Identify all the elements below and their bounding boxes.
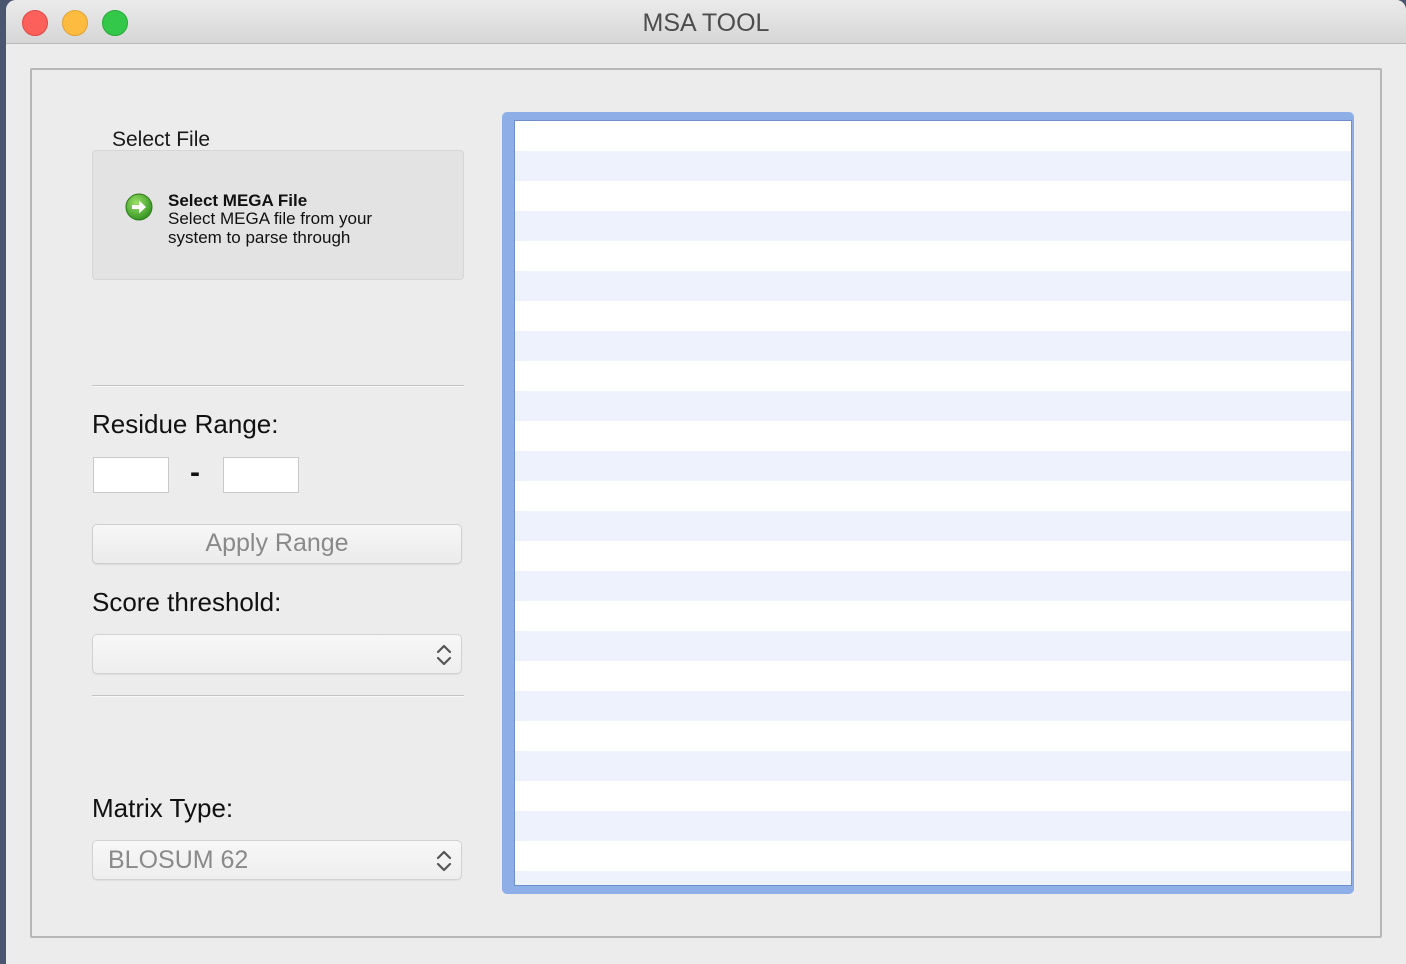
chevron-up-down-icon — [436, 644, 452, 666]
select-file-group-label: Select File — [112, 128, 211, 151]
score-threshold-popup[interactable] — [92, 634, 462, 674]
residue-range-dash: - — [190, 456, 200, 489]
apply-range-button[interactable]: Apply Range — [92, 524, 462, 564]
residue-range-label: Residue Range: — [92, 409, 279, 439]
title-bar[interactable]: MSA TOOL — [6, 0, 1406, 44]
select-mega-file-description: Select MEGA file from your system to par… — [168, 209, 373, 247]
residue-range-start-input[interactable] — [93, 457, 169, 493]
green-arrow-right-icon — [125, 193, 153, 221]
separator-top — [92, 385, 464, 387]
matrix-type-popup[interactable]: BLOSUM 62 — [92, 840, 462, 880]
results-list[interactable] — [514, 120, 1352, 886]
matrix-type-label: Matrix Type: — [92, 793, 234, 823]
window-title: MSA TOOL — [642, 9, 770, 37]
app-window: MSA TOOL Select File Select MEGA File Se… — [6, 0, 1406, 964]
select-mega-file-title: Select MEGA File — [168, 191, 308, 210]
separator-bottom — [92, 695, 464, 697]
chevron-up-down-icon — [436, 850, 452, 872]
score-threshold-label: Score threshold: — [92, 587, 282, 617]
matrix-type-value: BLOSUM 62 — [108, 846, 249, 874]
residue-range-end-input[interactable] — [223, 457, 299, 493]
select-mega-file-button[interactable]: Select MEGA File Select MEGA file from y… — [92, 150, 464, 280]
